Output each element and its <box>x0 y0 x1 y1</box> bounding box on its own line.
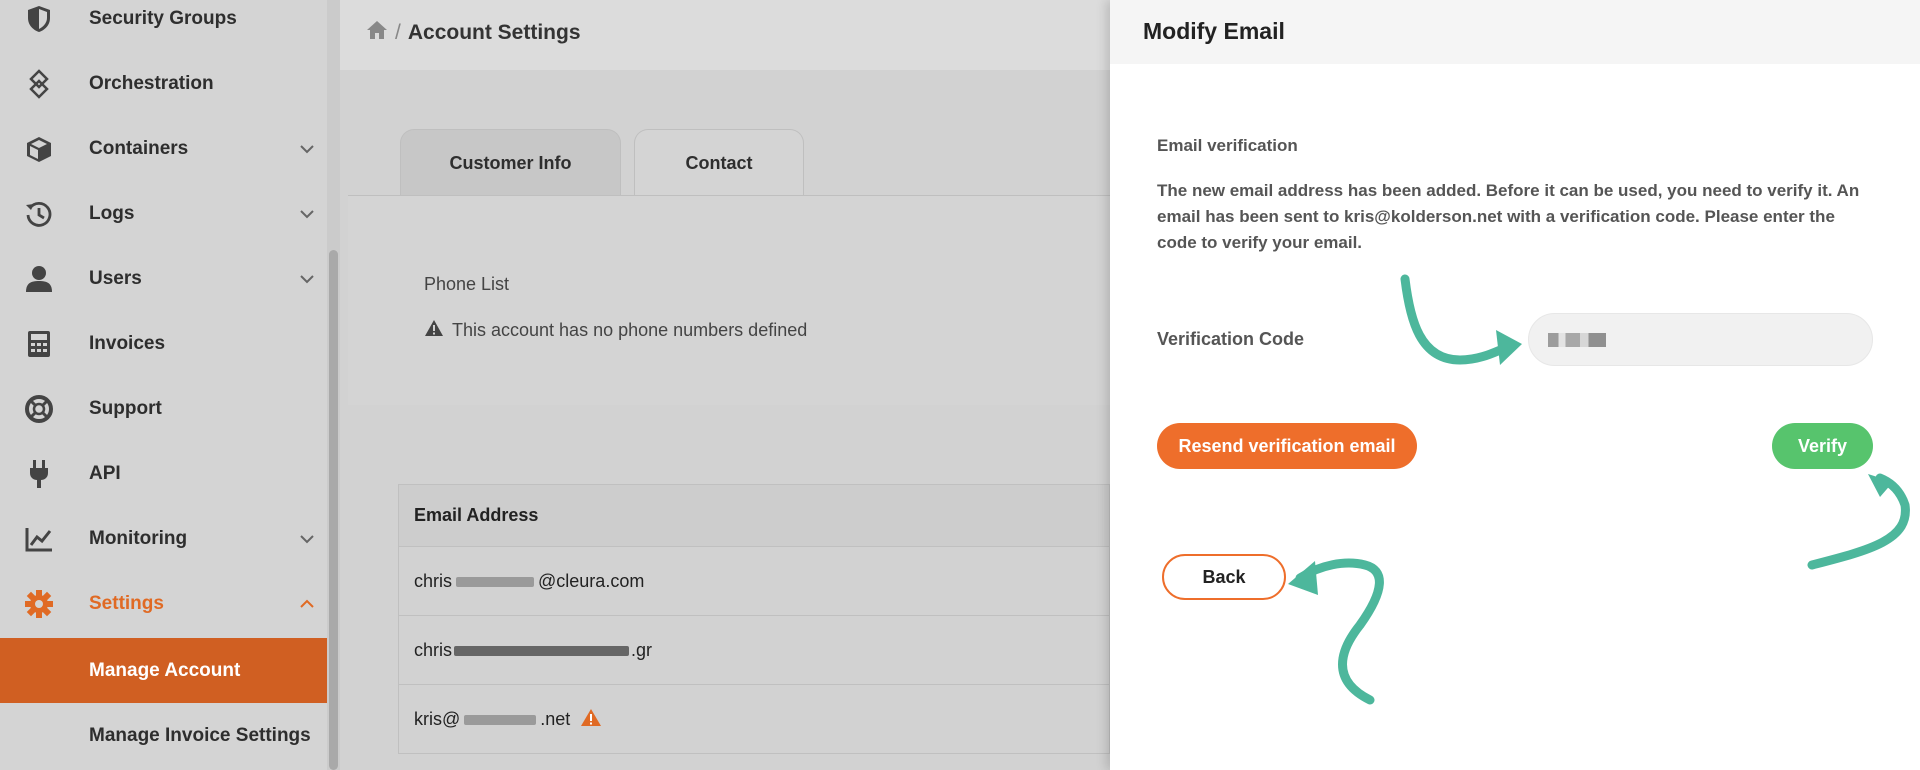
email-prefix: kris@ <box>414 709 461 729</box>
tab-label: Contact <box>685 152 753 173</box>
contact-card <box>348 195 1110 405</box>
sidebar-item-label: Security Groups <box>89 7 237 29</box>
chevron-down-icon <box>300 209 314 218</box>
phone-list-label: Phone List <box>424 274 510 294</box>
redacted-text <box>464 715 537 726</box>
gear-icon <box>24 589 54 619</box>
sidebar-item-security-groups[interactable]: Security Groups <box>0 0 327 51</box>
sidebar-item-api[interactable]: API <box>0 441 327 506</box>
table-row[interactable]: kris@ .net <box>399 685 1109 754</box>
verification-title: Email verification <box>1157 136 1298 155</box>
sidebar-item-orchestration[interactable]: Orchestration <box>0 51 327 116</box>
calculator-icon <box>24 329 54 359</box>
tab-customer-info[interactable]: Customer Info <box>400 129 621 196</box>
chevron-down-icon <box>300 144 314 153</box>
tab-contact[interactable]: Contact <box>634 129 804 196</box>
breadcrumb-current: Account Settings <box>407 21 581 44</box>
redacted-text <box>456 576 535 587</box>
unverified-warning-icon <box>580 708 602 732</box>
email-suffix: @cleura.com <box>538 570 645 591</box>
email-table: Email Address chris @cleura.com chris .gr … <box>398 484 1110 754</box>
plug-icon <box>24 459 54 489</box>
sidebar-item-logs[interactable]: Logs <box>0 181 327 246</box>
breadcrumb-separator: / <box>395 21 401 44</box>
tab-label: Customer Info <box>449 152 572 173</box>
sidebar-item-label: Monitoring <box>89 527 188 549</box>
chevron-up-icon <box>300 599 314 608</box>
lifebuoy-icon <box>24 394 54 424</box>
table-row[interactable]: chris @cleura.com <box>399 547 1109 616</box>
topbar: / Account Settings <box>340 0 1110 70</box>
sidebar-item-label: Support <box>89 397 162 419</box>
sidebar-item-label: Invoices <box>89 332 166 354</box>
sidebar: Security Groups Orchestration Containers… <box>0 0 327 770</box>
sidebar-item-label: Containers <box>89 137 189 159</box>
scrollbar-thumb[interactable] <box>329 250 338 770</box>
sidebar-scrollbar[interactable] <box>327 0 340 770</box>
sidebar-subitem-manage-invoice-settings[interactable]: Manage Invoice Settings <box>0 703 327 768</box>
user-icon <box>24 264 54 294</box>
redacted-text <box>1548 333 1606 347</box>
back-button[interactable]: Back <box>1162 554 1286 600</box>
sidebar-item-monitoring[interactable]: Monitoring <box>0 506 327 571</box>
chevron-down-icon <box>300 534 314 543</box>
email-suffix: .gr <box>631 639 653 660</box>
sidebar-item-label: Orchestration <box>89 72 214 94</box>
panel-title: Modify Email <box>1143 18 1285 44</box>
breadcrumb: / Account Settings <box>366 20 581 46</box>
sidebar-item-label: Manage Account <box>89 659 241 681</box>
sidebar-item-support[interactable]: Support <box>0 376 327 441</box>
sidebar-item-invoices[interactable]: Invoices <box>0 311 327 376</box>
email-prefix: chris <box>414 570 453 591</box>
verification-code-label: Verification Code <box>1157 329 1305 349</box>
home-icon[interactable] <box>366 20 388 46</box>
chevron-down-icon <box>300 274 314 283</box>
main-content: / Account Settings Customer Info Contact… <box>340 0 1110 770</box>
cube-icon <box>24 134 54 164</box>
email-table-header: Email Address <box>399 485 1109 547</box>
resend-verification-button[interactable]: Resend verification email <box>1157 423 1417 469</box>
email-cell: chris @cleura.com <box>414 571 644 592</box>
sidebar-item-label: Manage Invoice Settings <box>89 724 311 746</box>
chart-icon <box>24 524 54 554</box>
email-cell: chris .gr <box>414 640 652 661</box>
sidebar-item-label: Logs <box>89 202 135 224</box>
phone-empty-text: This account has no phone numbers define… <box>452 320 808 340</box>
email-prefix: chris <box>414 639 453 660</box>
sidebar-subitem-manage-account[interactable]: Manage Account <box>0 638 327 703</box>
history-icon <box>24 199 54 229</box>
email-suffix: .net <box>540 709 571 729</box>
orchestration-icon <box>24 68 54 99</box>
modify-email-panel: Modify Email Email verification The new … <box>1110 0 1920 770</box>
panel-header: Modify Email <box>1110 0 1920 64</box>
verify-button[interactable]: Verify <box>1772 423 1873 469</box>
email-cell: kris@ .net <box>414 709 570 730</box>
shield-icon <box>24 4 54 34</box>
table-row[interactable]: chris .gr <box>399 616 1109 685</box>
sidebar-item-label: API <box>89 462 121 484</box>
warning-icon <box>424 319 444 342</box>
sidebar-item-label: Users <box>89 267 142 289</box>
sidebar-item-label: Settings <box>89 592 164 614</box>
sidebar-item-users[interactable]: Users <box>0 246 327 311</box>
redacted-text <box>454 645 630 656</box>
sidebar-item-settings[interactable]: Settings <box>0 571 327 636</box>
verification-text: The new email address has been added. Be… <box>1157 181 1860 252</box>
phone-empty-message: This account has no phone numbers define… <box>424 319 807 342</box>
sidebar-item-containers[interactable]: Containers <box>0 116 327 181</box>
